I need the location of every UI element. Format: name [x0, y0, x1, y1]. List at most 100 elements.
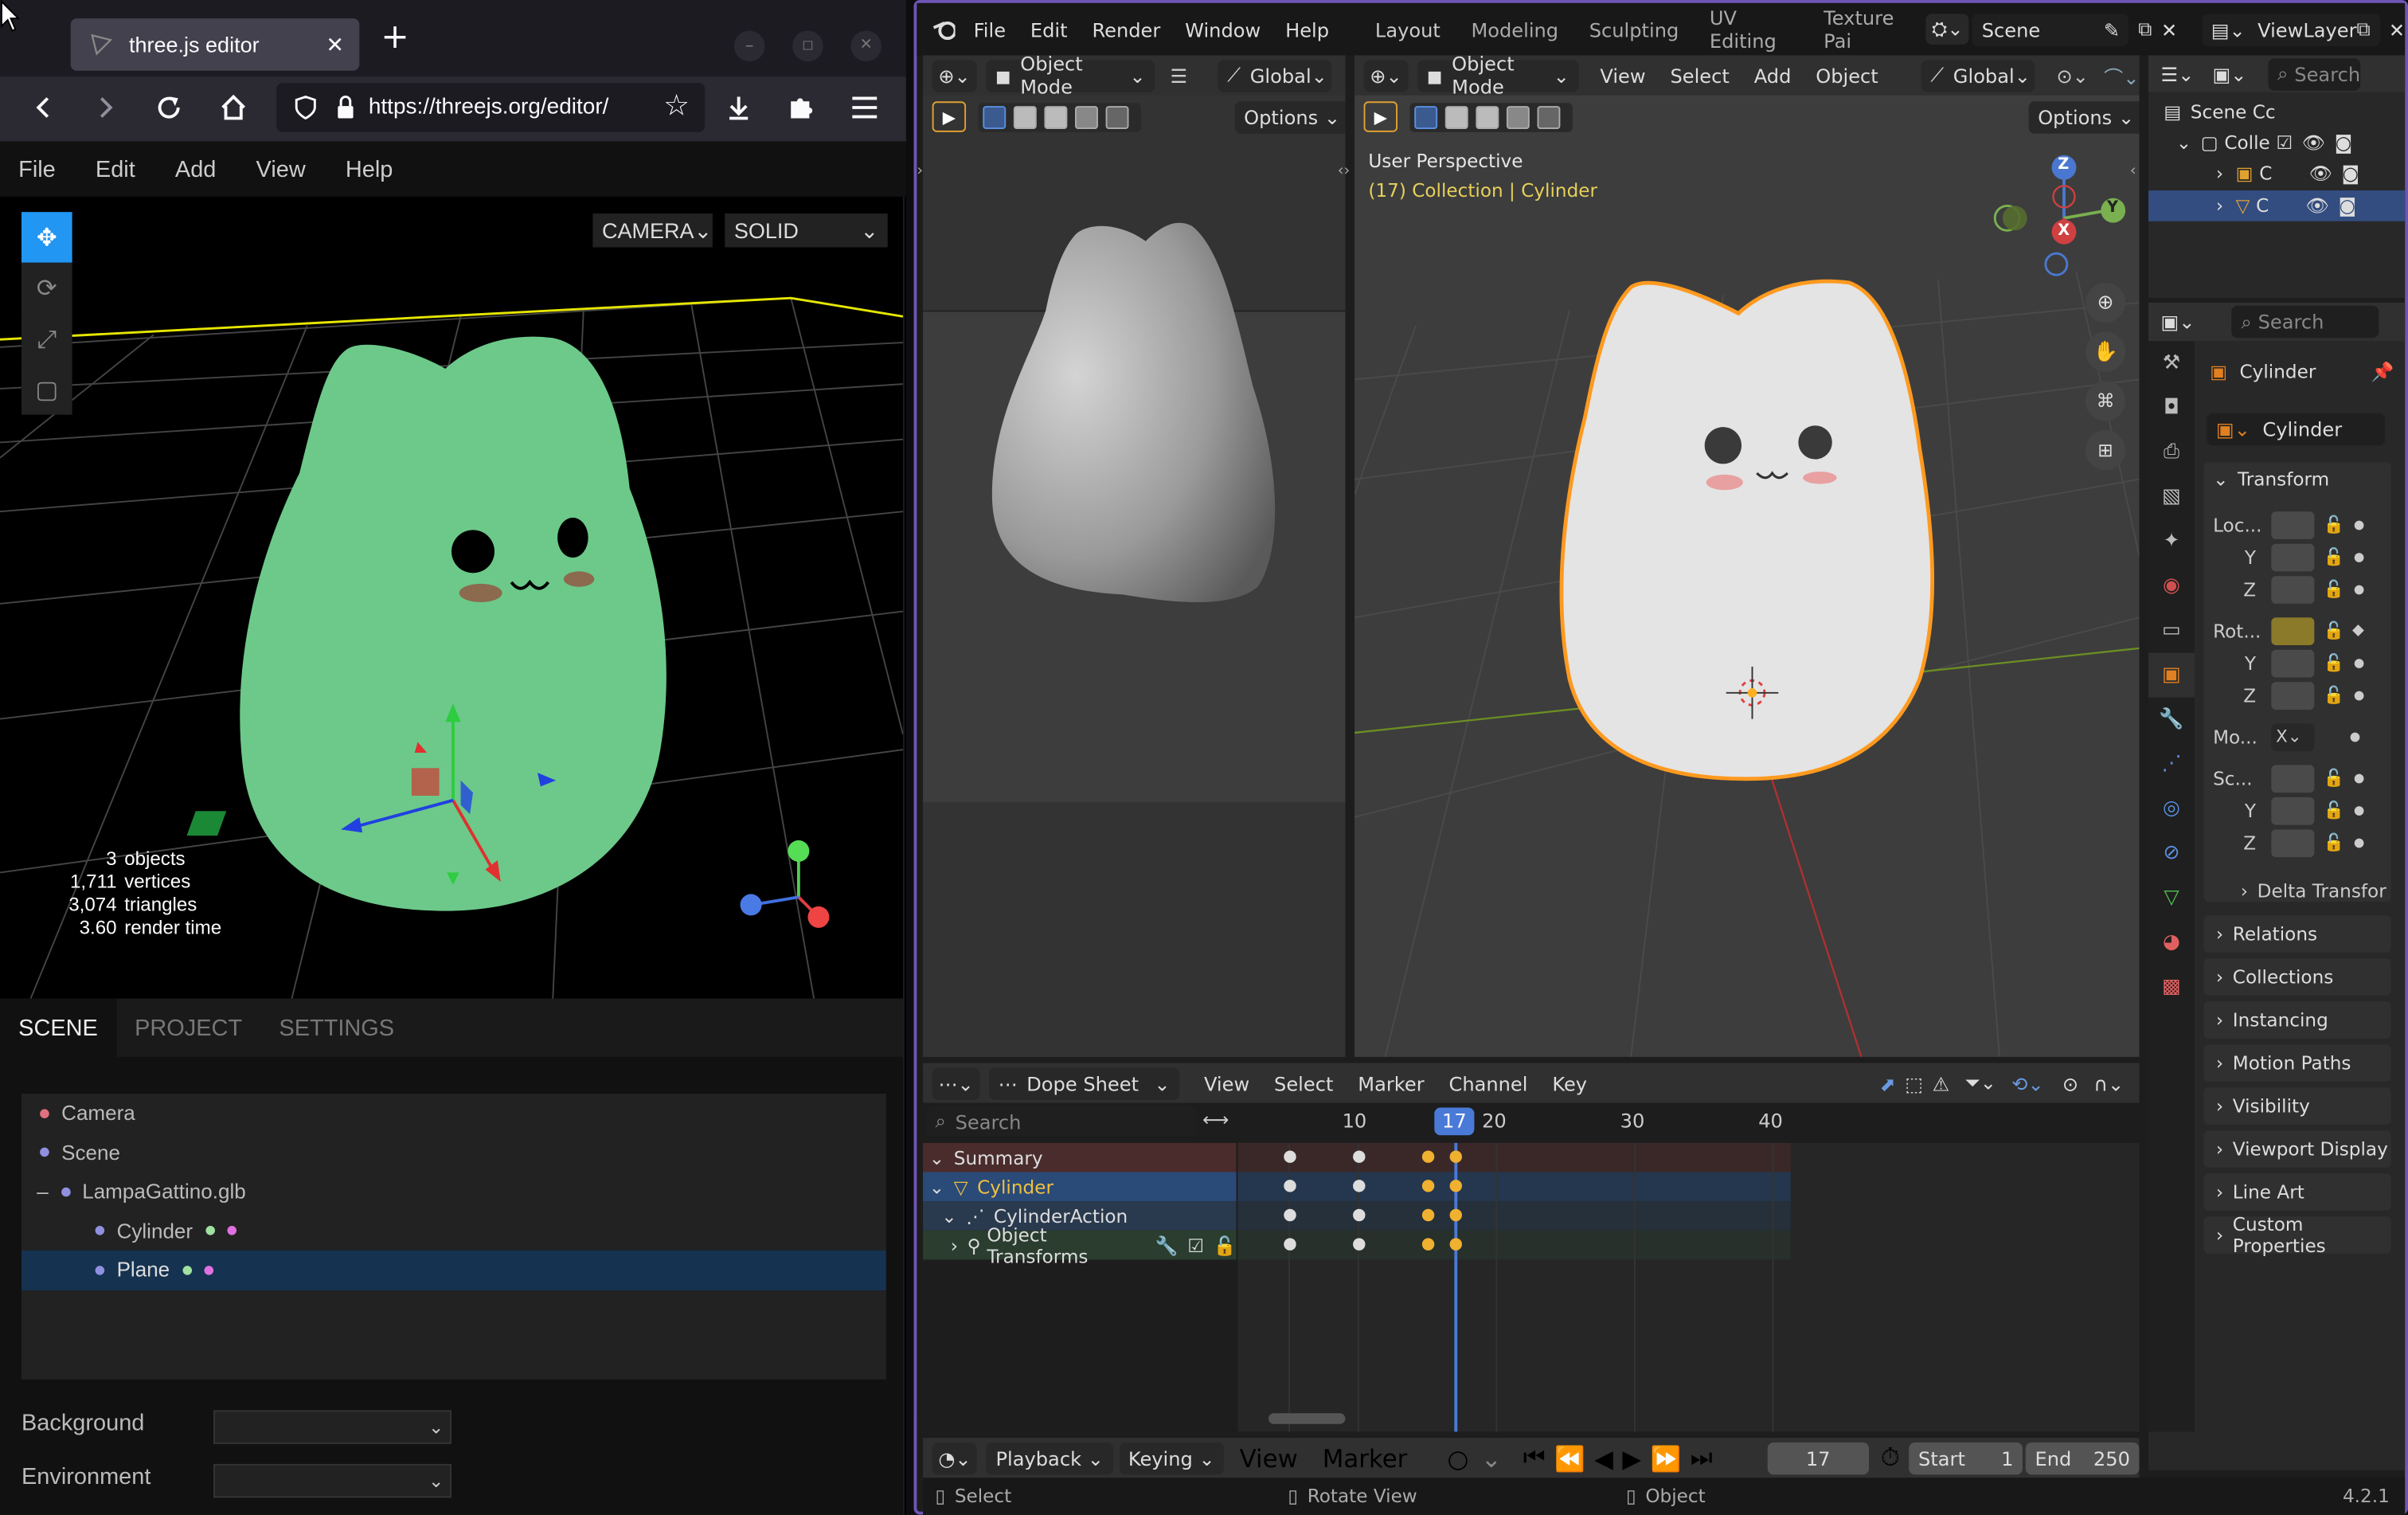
- editor-type-button[interactable]: ⋯⌄: [932, 1067, 980, 1099]
- current-frame-field[interactable]: 17: [1767, 1441, 1869, 1474]
- keyframe[interactable]: [1421, 1180, 1435, 1192]
- data-tab-icon[interactable]: ▽: [2148, 875, 2195, 920]
- constraints-tab-icon[interactable]: ⊘: [2148, 831, 2195, 875]
- pivot-icon[interactable]: ⊙⌄: [2056, 64, 2088, 87]
- keyframe-dot-icon[interactable]: ●: [2354, 771, 2364, 785]
- location-z-field[interactable]: [2271, 575, 2315, 603]
- forward-icon[interactable]: [94, 96, 119, 120]
- keyframe[interactable]: [1421, 1208, 1435, 1222]
- tab-scene[interactable]: SCENE: [0, 998, 116, 1057]
- scale-z-field[interactable]: [2271, 828, 2315, 857]
- workspace-tab-modeling[interactable]: Modeling: [1471, 18, 1558, 41]
- rotation-y-field[interactable]: [2271, 648, 2315, 677]
- outliner-item-camera[interactable]: Camera: [22, 1094, 886, 1133]
- hamburger-icon[interactable]: [850, 96, 878, 120]
- environment-select[interactable]: ⌄: [213, 1463, 452, 1498]
- select-extend-icon[interactable]: [1444, 105, 1468, 129]
- collapse-toggle[interactable]: –: [37, 1180, 48, 1204]
- keyframe-dot-icon[interactable]: ●: [2354, 550, 2364, 563]
- keyframe[interactable]: [1353, 1180, 1366, 1192]
- menu-help[interactable]: Help: [1285, 18, 1329, 41]
- background-select[interactable]: ⌄: [213, 1410, 452, 1444]
- tool-tab-icon[interactable]: ⚒: [2148, 341, 2195, 386]
- editor-type-icon[interactable]: ☰⌄: [2160, 62, 2194, 85]
- editor-type-icon[interactable]: ▣⌄: [2160, 311, 2195, 334]
- keyframe[interactable]: [1421, 1238, 1435, 1251]
- pin-icon[interactable]: ✎: [2104, 18, 2120, 41]
- select-tool-icon[interactable]: ▶: [1363, 101, 1398, 132]
- channel-summary[interactable]: ⌄ Summary: [923, 1142, 1237, 1172]
- show-hidden-icon[interactable]: ⬚: [1905, 1071, 1923, 1094]
- lock-icon[interactable]: 🔓: [2324, 547, 2344, 567]
- translate-tool-icon[interactable]: ✥: [21, 212, 72, 263]
- play-icon[interactable]: ▶: [1622, 1443, 1641, 1473]
- physics-tab-icon[interactable]: ◎: [2148, 786, 2195, 831]
- panel-custom-properties[interactable]: › Custom Properties: [2203, 1214, 2391, 1257]
- channel-cylinder[interactable]: ⌄ ▽ Cylinder: [923, 1172, 1237, 1202]
- menu-key[interactable]: Key: [1552, 1071, 1587, 1094]
- frame-ruler[interactable]: 10 17 20 30 40: [1237, 1106, 2139, 1140]
- camera-icon[interactable]: ◙: [2339, 195, 2356, 217]
- menu-marker[interactable]: Marker: [1358, 1071, 1424, 1094]
- keyframe-dot-icon[interactable]: ●: [2354, 518, 2364, 531]
- material-tab-icon[interactable]: ◕: [2148, 920, 2195, 965]
- lock-icon[interactable]: 🔓: [2324, 620, 2344, 640]
- select-new-icon[interactable]: [983, 105, 1007, 129]
- keyframe-dot-icon[interactable]: ●: [2354, 836, 2364, 849]
- keyframe[interactable]: [1353, 1208, 1366, 1222]
- output-tab-icon[interactable]: ⎙: [2148, 430, 2195, 475]
- transform-panel-header[interactable]: ⌄ Transform: [2203, 462, 2390, 495]
- keying-set-icon[interactable]: ⌄: [1481, 1443, 1502, 1473]
- options-button[interactable]: Options ⌄: [2028, 101, 2140, 134]
- tab-settings[interactable]: SETTINGS: [260, 999, 412, 1057]
- scale-tool-icon[interactable]: ⤢: [21, 313, 72, 365]
- outliner-item-scene[interactable]: Scene: [22, 1133, 886, 1172]
- rotation-x-field[interactable]: [2271, 617, 2315, 645]
- expand-sidebar-icon[interactable]: ‹: [2130, 162, 2136, 179]
- viewlayer-selector[interactable]: ▤⌄ ViewLayer ⧉: [2202, 13, 2380, 45]
- start-frame-field[interactable]: Start 1: [1909, 1441, 2023, 1474]
- filter-icon[interactable]: ⏷⌄: [1965, 1071, 1997, 1095]
- panel-viewport-display[interactable]: › Viewport Display: [2203, 1130, 2391, 1168]
- rotation-z-field[interactable]: [2271, 681, 2315, 710]
- panel-collections[interactable]: › Collections: [2203, 958, 2391, 996]
- select-intersect-icon[interactable]: [1105, 105, 1129, 129]
- new-viewlayer-icon[interactable]: ⧉: [2357, 17, 2371, 41]
- keyframe[interactable]: [1449, 1238, 1462, 1251]
- keyframe[interactable]: [1284, 1180, 1296, 1192]
- main-3d-viewport[interactable]: Z Y X ▶ Options ⌄ User Perspective (17) C…: [1354, 95, 2140, 1057]
- menu-icon[interactable]: ☰: [1170, 64, 1187, 87]
- home-icon[interactable]: [220, 94, 248, 122]
- modifier-tab-icon[interactable]: 🔧: [2148, 698, 2195, 742]
- star-icon[interactable]: ☆: [663, 89, 690, 123]
- url-text[interactable]: https://threejs.org/editor/: [369, 96, 609, 120]
- editor-type-button[interactable]: ⊕⌄: [932, 59, 977, 92]
- menu-view[interactable]: View: [1240, 1443, 1298, 1473]
- select-subtract-icon[interactable]: [1476, 105, 1499, 129]
- object-tab-icon[interactable]: ▣: [2148, 652, 2195, 698]
- rotation-mode-select[interactable]: X ⌄: [2271, 722, 2315, 751]
- new-scene-icon[interactable]: ⧉: [2138, 17, 2152, 41]
- scale-x-field[interactable]: [2271, 764, 2315, 793]
- select-extend-icon[interactable]: [1013, 105, 1037, 129]
- keyframe[interactable]: [1284, 1150, 1296, 1163]
- dopesheet-mode-select[interactable]: ⋯ Dope Sheet ⌄: [988, 1067, 1180, 1099]
- eye-icon[interactable]: 👁: [2302, 132, 2325, 154]
- delete-scene-icon[interactable]: ✕: [2161, 18, 2177, 41]
- extension-icon[interactable]: [786, 94, 814, 122]
- snap-icon[interactable]: ⌒⌄: [2104, 61, 2139, 90]
- object-datablock[interactable]: ▣⌄ Cylinder: [2207, 413, 2386, 446]
- download-icon[interactable]: [725, 94, 752, 122]
- jump-end-icon[interactable]: ⏭: [1691, 1443, 1713, 1474]
- maximize-icon[interactable]: ◻: [792, 30, 823, 62]
- keyframe[interactable]: [1449, 1180, 1462, 1192]
- menu-select[interactable]: Select: [1670, 64, 1729, 87]
- menu-view[interactable]: View: [1600, 64, 1645, 87]
- outliner-item-glb[interactable]: – LampaGattino.glb: [22, 1172, 886, 1211]
- panel-instancing[interactable]: › Instancing: [2203, 1001, 2391, 1039]
- scene-selector[interactable]: Scene ✎: [1972, 13, 2129, 45]
- options-button[interactable]: Options ⌄: [1234, 101, 1346, 134]
- checkbox-icon[interactable]: ☑: [2277, 132, 2293, 154]
- keyframe-dot-icon[interactable]: ●: [2354, 688, 2364, 702]
- sync-visibility-icon[interactable]: ⟷: [1202, 1109, 1229, 1130]
